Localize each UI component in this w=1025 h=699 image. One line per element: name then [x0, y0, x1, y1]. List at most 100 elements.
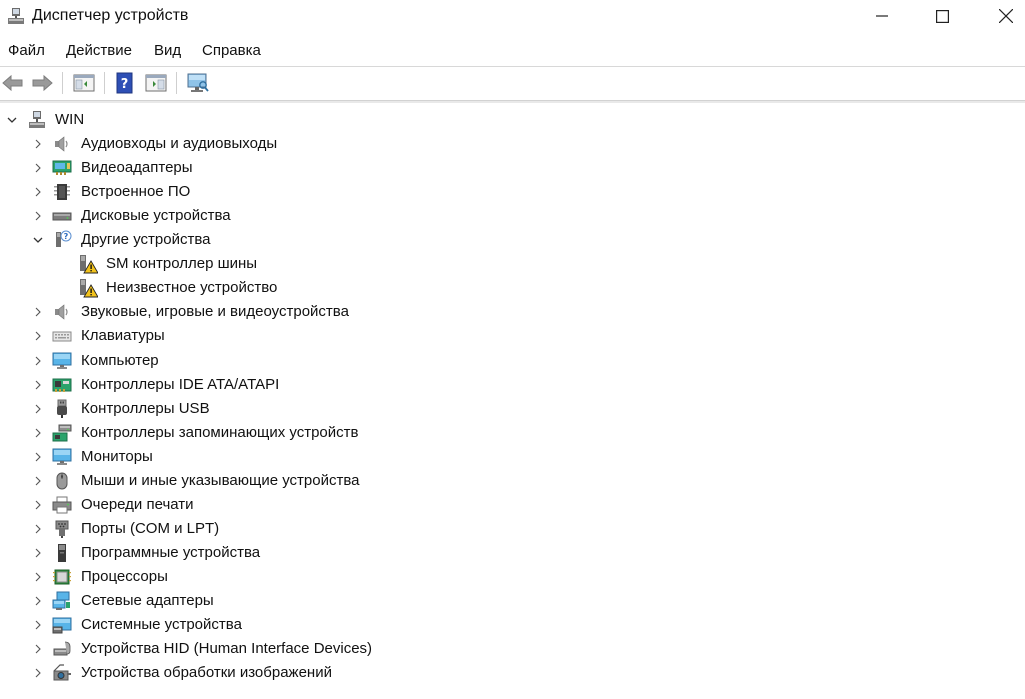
tree-category[interactable]: Мониторы: [0, 445, 1025, 469]
display-adapter-icon: [52, 160, 72, 176]
chevron-right-icon[interactable]: [32, 210, 44, 222]
tree-item-label: Компьютер: [81, 351, 159, 369]
chevron-right-icon[interactable]: [32, 451, 44, 463]
tree-item-label: Порты (COM и LPT): [81, 519, 220, 537]
chevron-right-icon[interactable]: [32, 523, 44, 535]
tree-item-label: Клавиатуры: [81, 327, 165, 345]
tree-category[interactable]: Устройства обработки изображений: [0, 661, 1025, 685]
show-hide-console-tree-button[interactable]: [72, 72, 96, 94]
tree-category[interactable]: Контроллеры IDE ATA/ATAPI: [0, 373, 1025, 397]
hid-icon: [53, 641, 71, 656]
console-tree-icon: [73, 74, 95, 92]
tree-category[interactable]: Мыши и иные указывающие устройства: [0, 469, 1025, 493]
chevron-right-icon[interactable]: [32, 595, 44, 607]
tree-category[interactable]: Процессоры: [0, 565, 1025, 589]
forward-button[interactable]: [30, 72, 54, 94]
tree-item-label: Звуковые, игровые и видеоустройства: [81, 303, 349, 321]
tree-item-label: Процессоры: [81, 567, 168, 585]
device-manager-icon: [8, 8, 24, 24]
minimize-button[interactable]: [850, 0, 914, 32]
tree-category[interactable]: Клавиатуры: [0, 324, 1025, 348]
chevron-right-icon[interactable]: [32, 619, 44, 631]
tree-item-label: Неизвестное устройство: [106, 279, 278, 297]
menu-help[interactable]: Справка: [202, 42, 261, 59]
toolbar-divider: [104, 72, 105, 94]
maximize-button[interactable]: [910, 0, 974, 32]
tree-category[interactable]: ? Другие устройства: [0, 228, 1025, 252]
tree-device[interactable]: SM контроллер шины: [0, 252, 1025, 276]
computer-tree-icon: [29, 111, 45, 128]
usb-icon: [57, 399, 67, 418]
tree-item-label: Мыши и иные указывающие устройства: [81, 471, 360, 489]
action-pane-icon: [145, 74, 167, 92]
tree-item-label: Контроллеры запоминающих устройств: [81, 423, 359, 441]
chevron-right-icon[interactable]: [32, 379, 44, 391]
tree-category[interactable]: Системные устройства: [0, 613, 1025, 637]
tree-category[interactable]: Программные устройства: [0, 541, 1025, 565]
chevron-right-icon[interactable]: [32, 571, 44, 583]
ide-controller-icon: [52, 378, 72, 392]
chevron-right-icon[interactable]: [32, 330, 44, 342]
svg-text:?: ?: [64, 232, 69, 241]
mouse-icon: [56, 472, 68, 490]
menu-bar: Файл Действие Вид Справка: [0, 38, 1025, 64]
chevron-right-icon[interactable]: [32, 475, 44, 487]
computer-icon: [52, 352, 72, 369]
close-button[interactable]: [974, 0, 1025, 32]
menu-view[interactable]: Вид: [154, 42, 181, 59]
monitor-icon: [52, 448, 72, 465]
window-title: Диспетчер устройств: [32, 7, 189, 24]
tree-item-label: Системные устройства: [81, 616, 242, 634]
tree-device[interactable]: Неизвестное устройство: [0, 276, 1025, 300]
chevron-right-icon[interactable]: [32, 643, 44, 655]
chevron-right-icon[interactable]: [32, 499, 44, 511]
tree-category[interactable]: Порты (COM и LPT): [0, 517, 1025, 541]
chevron-right-icon[interactable]: [32, 138, 44, 150]
menu-file[interactable]: Файл: [8, 42, 45, 59]
disk-drive-icon: [52, 212, 72, 221]
port-icon: [55, 520, 69, 538]
maximize-icon: [935, 9, 949, 23]
tree-category[interactable]: Контроллеры USB: [0, 397, 1025, 421]
svg-text:?: ?: [121, 77, 129, 92]
speaker-icon: [55, 136, 68, 152]
chevron-down-icon[interactable]: [32, 234, 44, 246]
keyboard-icon: [52, 331, 72, 342]
close-icon: [999, 9, 1013, 23]
menu-action[interactable]: Действие: [66, 42, 132, 59]
chevron-right-icon[interactable]: [32, 162, 44, 174]
camera-icon: [53, 664, 71, 681]
network-adapter-icon: [52, 591, 70, 610]
scan-hardware-button[interactable]: [186, 72, 210, 94]
tree-root-computer[interactable]: WIN: [0, 108, 1025, 132]
tree-category[interactable]: Контроллеры запоминающих устройств: [0, 421, 1025, 445]
tree-item-label: SM контроллер шины: [106, 255, 258, 273]
tree-category[interactable]: Аудиовходы и аудиовыходы: [0, 132, 1025, 156]
tree-category[interactable]: Очереди печати: [0, 493, 1025, 517]
chevron-right-icon[interactable]: [32, 427, 44, 439]
firmware-chip-icon: [54, 184, 70, 201]
tree-category[interactable]: Компьютер: [0, 349, 1025, 373]
toolbar: ?: [0, 67, 1025, 99]
tree-category[interactable]: Видеоадаптеры: [0, 156, 1025, 180]
chevron-right-icon[interactable]: [32, 355, 44, 367]
tree-category[interactable]: Дисковые устройства: [0, 204, 1025, 228]
tree-category[interactable]: Звуковые, игровые и видеоустройства: [0, 300, 1025, 324]
storage-controller-icon: [52, 424, 72, 442]
action-pane-button[interactable]: [144, 72, 168, 94]
tree-category[interactable]: Устройства HID (Human Interface Devices): [0, 637, 1025, 661]
warning-device-icon: [80, 279, 98, 298]
tree-item-label: Дисковые устройства: [81, 207, 231, 225]
chevron-right-icon[interactable]: [32, 306, 44, 318]
chevron-right-icon[interactable]: [32, 547, 44, 559]
chevron-right-icon[interactable]: [32, 186, 44, 198]
chevron-right-icon[interactable]: [32, 667, 44, 679]
toolbar-divider: [62, 72, 63, 94]
back-button[interactable]: [1, 72, 25, 94]
chevron-right-icon[interactable]: [32, 403, 44, 415]
speaker-icon: [55, 304, 68, 321]
chevron-down-icon[interactable]: [6, 114, 18, 126]
tree-category[interactable]: Встроенное ПО: [0, 180, 1025, 204]
tree-category[interactable]: Сетевые адаптеры: [0, 589, 1025, 613]
help-button[interactable]: ?: [113, 72, 137, 94]
